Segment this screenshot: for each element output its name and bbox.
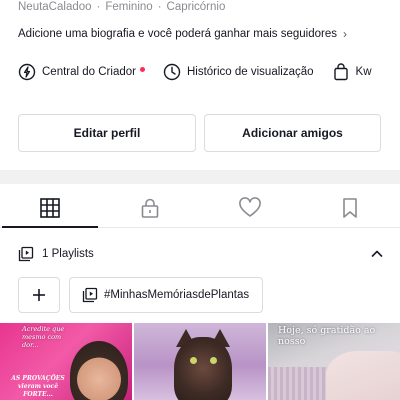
thumbnail-image: [174, 337, 232, 400]
playlist-name: #MinhasMemóriasdePlantas: [104, 289, 250, 301]
tab-videos[interactable]: [0, 188, 100, 228]
profile-tabs: [0, 188, 400, 228]
meta-separator: ·: [96, 1, 101, 13]
shopping-bag-icon: [333, 63, 348, 81]
tab-private[interactable]: [100, 188, 200, 227]
video-thumbnail[interactable]: Acredite que mesmo com dor... AS PROVAÇÕ…: [0, 323, 132, 400]
add-friends-button[interactable]: Adicionar amigos: [204, 114, 381, 152]
lock-icon: [141, 198, 159, 218]
clock-history-icon: [163, 63, 181, 81]
shop-label: Kw: [355, 66, 372, 78]
meta-separator: ·: [157, 1, 162, 13]
creator-tools-row: Central do Criador Histórico de visualiz…: [18, 60, 400, 84]
chevron-right-icon: ›: [343, 27, 348, 41]
playlist-chip[interactable]: #MinhasMemóriasdePlantas: [69, 277, 263, 313]
bookmark-icon: [343, 197, 357, 218]
plus-icon: [33, 289, 45, 301]
thumbnail-image: [326, 351, 400, 400]
section-divider: [0, 170, 400, 184]
playlists-header[interactable]: 1 Playlists: [18, 244, 384, 264]
video-grid: Acredite que mesmo com dor... AS PROVAÇÕ…: [0, 323, 400, 400]
notification-dot: [139, 66, 145, 72]
playlist-icon: [82, 287, 98, 303]
thumbnail-caption: AS PROVAÇÕES vieram você FORTE...: [11, 375, 65, 398]
lightning-circle-icon: [18, 63, 36, 81]
create-playlist-button[interactable]: [18, 277, 60, 313]
thumbnail-caption: Hoje, só gratidão ao nosso: [278, 325, 376, 347]
thumbnail-image: [70, 341, 128, 400]
profile-gender: Feminino: [105, 1, 153, 13]
playlist-icon: [18, 246, 34, 262]
thumbnail-image: [190, 357, 197, 364]
thumbnail-image: [210, 357, 217, 364]
profile-username: NeutaCaladoo: [18, 1, 92, 13]
watch-history-link[interactable]: Histórico de visualização: [163, 63, 314, 81]
edit-profile-button[interactable]: Editar perfil: [18, 114, 196, 152]
creator-center-label: Central do Criador: [42, 66, 136, 78]
watch-history-label: Histórico de visualização: [186, 66, 314, 78]
chevron-up-icon[interactable]: [370, 247, 384, 261]
profile-meta: NeutaCaladoo · Feminino · Capricórnio: [18, 0, 225, 14]
playlists-count-label: 1 Playlists: [42, 248, 94, 260]
grid-icon: [40, 197, 60, 218]
video-thumbnail[interactable]: [134, 323, 266, 400]
video-thumbnail[interactable]: Hoje, só gratidão ao nosso: [268, 323, 400, 400]
tab-saved[interactable]: [300, 188, 400, 227]
shop-link[interactable]: Kw: [332, 63, 372, 81]
add-bio-link[interactable]: Adicione uma biografia e você poderá gan…: [18, 25, 347, 43]
heart-icon: [239, 196, 261, 217]
creator-center-link[interactable]: Central do Criador: [18, 63, 145, 81]
bio-prompt-text: Adicione uma biografia e você poderá gan…: [18, 28, 338, 40]
tab-liked[interactable]: [200, 188, 300, 227]
thumbnail-caption: Acredite que mesmo com dor...: [22, 325, 65, 349]
profile-zodiac: Capricórnio: [166, 1, 226, 13]
